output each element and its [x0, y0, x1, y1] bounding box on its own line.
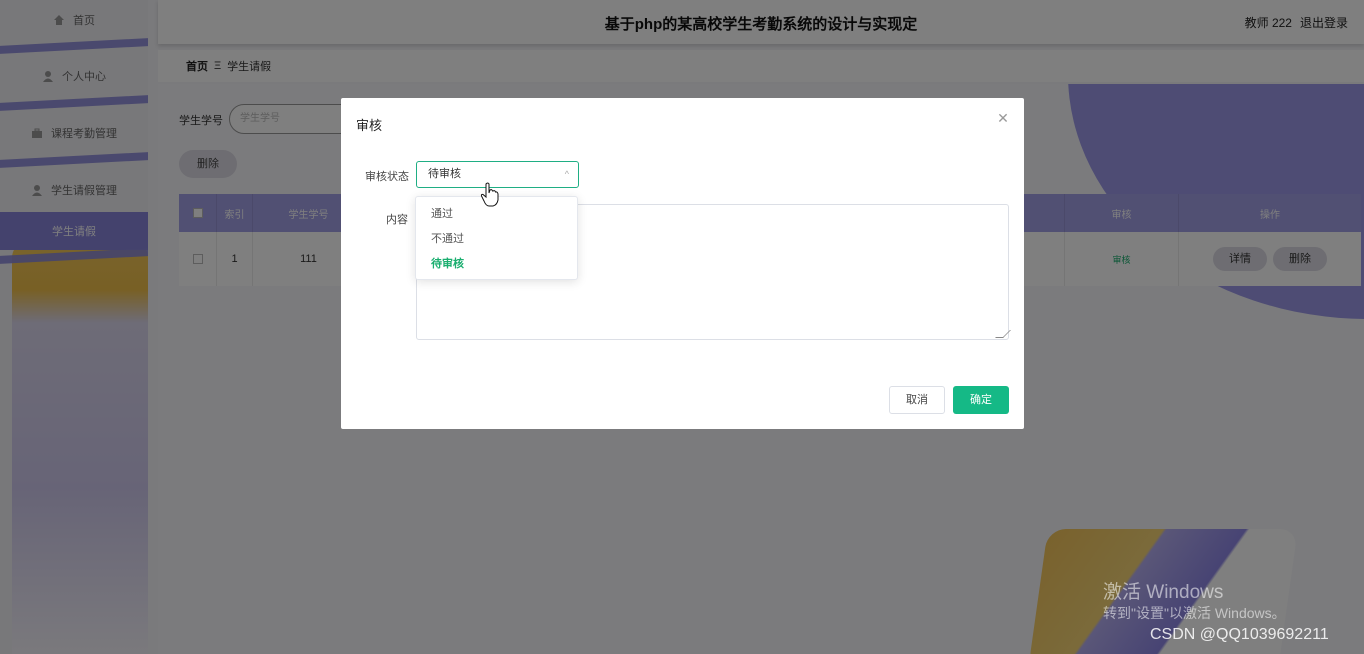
status-select-value: 待审核	[428, 168, 461, 180]
hand-pointer-icon	[480, 182, 499, 207]
confirm-button[interactable]: 确定	[953, 386, 1009, 414]
review-dialog: 审核 ✕ 审核状态 待审核 ^ 内容 通过 不通过 待审核 取消 确定	[341, 98, 1024, 429]
content-label: 内容	[386, 214, 408, 226]
status-dropdown: 通过 不通过 待审核	[415, 196, 578, 280]
resize-handle-icon[interactable]	[995, 330, 1011, 338]
csdn-watermark: CSDN @QQ1039692211	[1150, 626, 1329, 643]
close-icon[interactable]: ✕	[996, 111, 1010, 125]
dialog-title: 审核	[356, 118, 383, 133]
cancel-button[interactable]: 取消	[889, 386, 945, 414]
windows-activation-hint: 转到"设置"以激活 Windows。	[1103, 605, 1286, 621]
status-label: 审核状态	[365, 171, 409, 183]
dropdown-option-reject[interactable]: 不通过	[416, 227, 577, 252]
windows-activation-title: 激活 Windows	[1103, 582, 1224, 603]
dropdown-option-pending[interactable]: 待审核	[416, 252, 577, 277]
chevron-up-icon: ^	[564, 169, 569, 179]
